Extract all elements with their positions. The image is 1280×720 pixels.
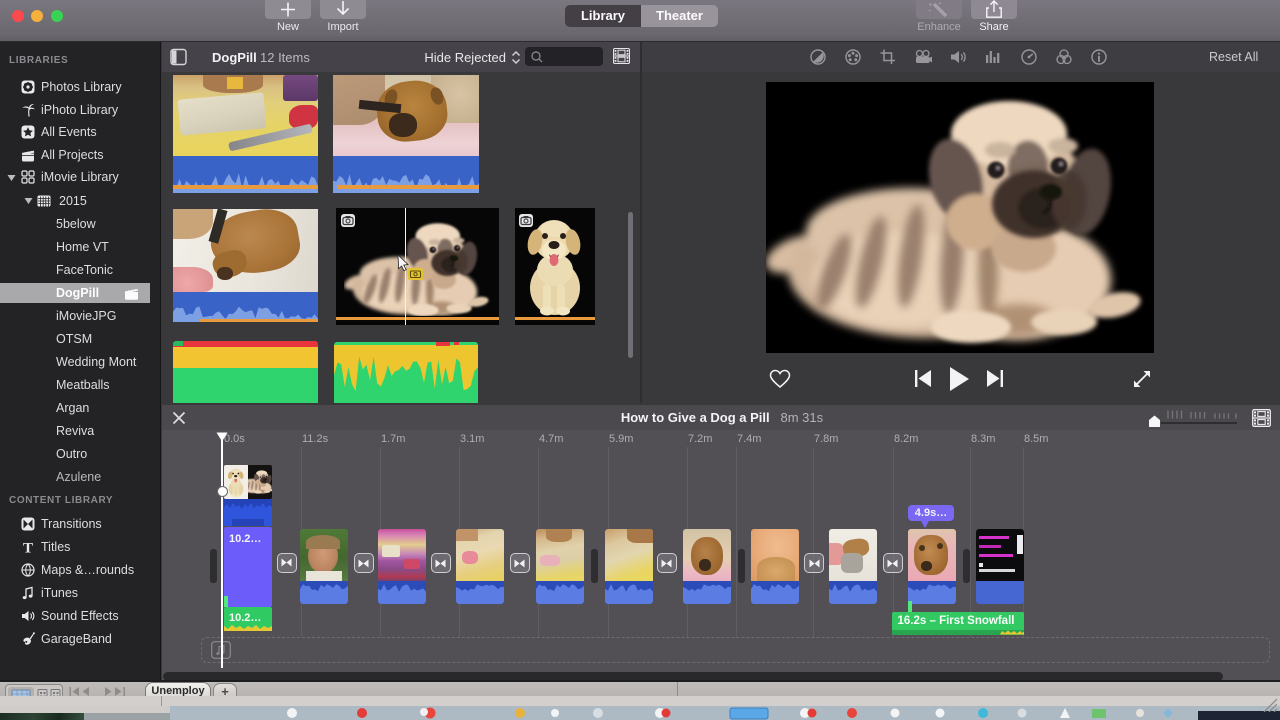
svg-text:T: T xyxy=(23,541,33,555)
